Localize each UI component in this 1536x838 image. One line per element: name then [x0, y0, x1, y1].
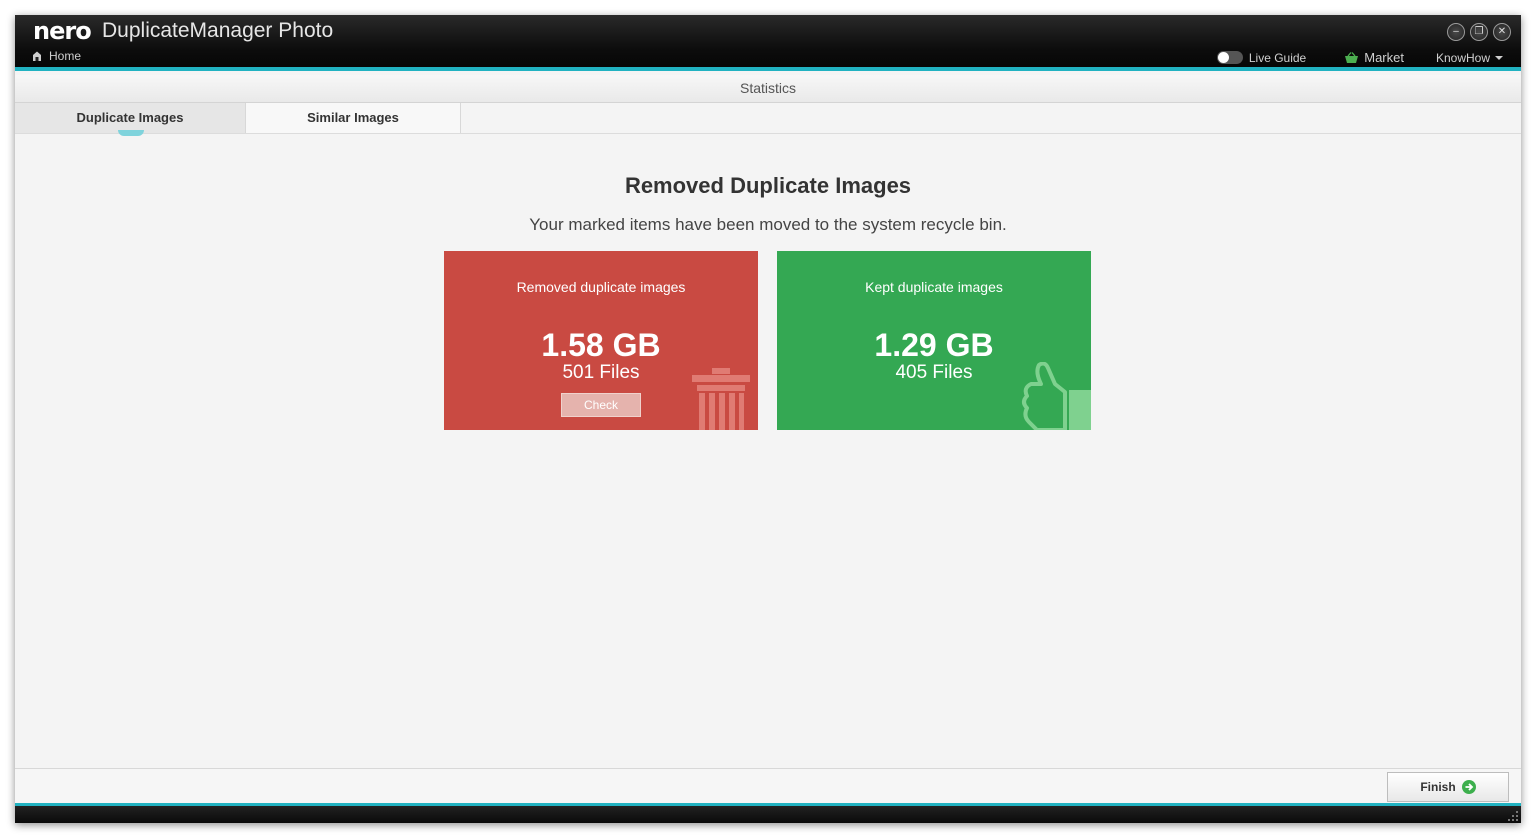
kept-card-label: Kept duplicate images [865, 279, 1003, 295]
home-link[interactable]: Home [31, 49, 81, 63]
chevron-down-icon [1495, 55, 1503, 60]
status-bar [15, 803, 1521, 823]
title-bar: nero DuplicateManager Photo Home – ❐ ✕ L… [15, 15, 1521, 71]
finish-button[interactable]: Finish [1387, 772, 1509, 802]
nero-logo: nero [33, 17, 92, 45]
market-label: Market [1364, 50, 1404, 65]
footer-bar: Finish [15, 768, 1521, 804]
finish-label: Finish [1420, 780, 1456, 794]
page-subtitle: Your marked items have been moved to the… [529, 215, 1007, 234]
bottom-accent-line [15, 803, 1521, 806]
close-icon[interactable]: ✕ [1493, 23, 1511, 41]
tab-duplicate-images[interactable]: Duplicate Images [15, 103, 246, 133]
check-button[interactable]: Check [561, 393, 641, 417]
minimize-icon[interactable]: – [1447, 23, 1465, 41]
section-header: Statistics [15, 75, 1521, 103]
page-title: Removed Duplicate Images [624, 173, 912, 198]
top-right-menu: Live Guide Market KnowHow [1216, 50, 1503, 65]
arrow-right-icon [1461, 780, 1476, 794]
app-window: nero DuplicateManager Photo Home – ❐ ✕ L… [15, 15, 1521, 823]
removed-size: 1.58 GB [541, 327, 661, 363]
trash-icon [692, 368, 750, 430]
resize-grip-icon[interactable] [1508, 811, 1518, 821]
live-guide-label[interactable]: Live Guide [1249, 51, 1306, 65]
market-link[interactable]: Market [1344, 50, 1404, 65]
live-guide-toggle[interactable] [1216, 51, 1243, 64]
removed-card-label: Removed duplicate images [516, 279, 686, 295]
home-icon [33, 51, 41, 61]
knowhow-menu[interactable]: KnowHow [1436, 51, 1503, 65]
basket-icon [1345, 51, 1359, 63]
home-label: Home [49, 49, 82, 63]
knowhow-label: KnowHow [1435, 50, 1490, 65]
tab-similar-images[interactable]: Similar Images [246, 103, 461, 133]
tab-bar: Duplicate Images Similar Images [15, 103, 1521, 136]
restore-icon[interactable]: ❐ [1470, 23, 1488, 41]
title-accent-line [15, 67, 1521, 71]
app-title: DuplicateManager Photo [102, 19, 334, 42]
active-tab-indicator [118, 130, 144, 136]
thumbs-up-icon [1022, 362, 1091, 430]
removed-images-card: Removed duplicate images 1.58 GB 501 Fil… [444, 251, 758, 430]
kept-images-card: Kept duplicate images 1.29 GB 405 Files [777, 251, 1091, 430]
window-controls: – ❐ ✕ [1447, 23, 1511, 41]
kept-size: 1.29 GB [874, 327, 994, 363]
